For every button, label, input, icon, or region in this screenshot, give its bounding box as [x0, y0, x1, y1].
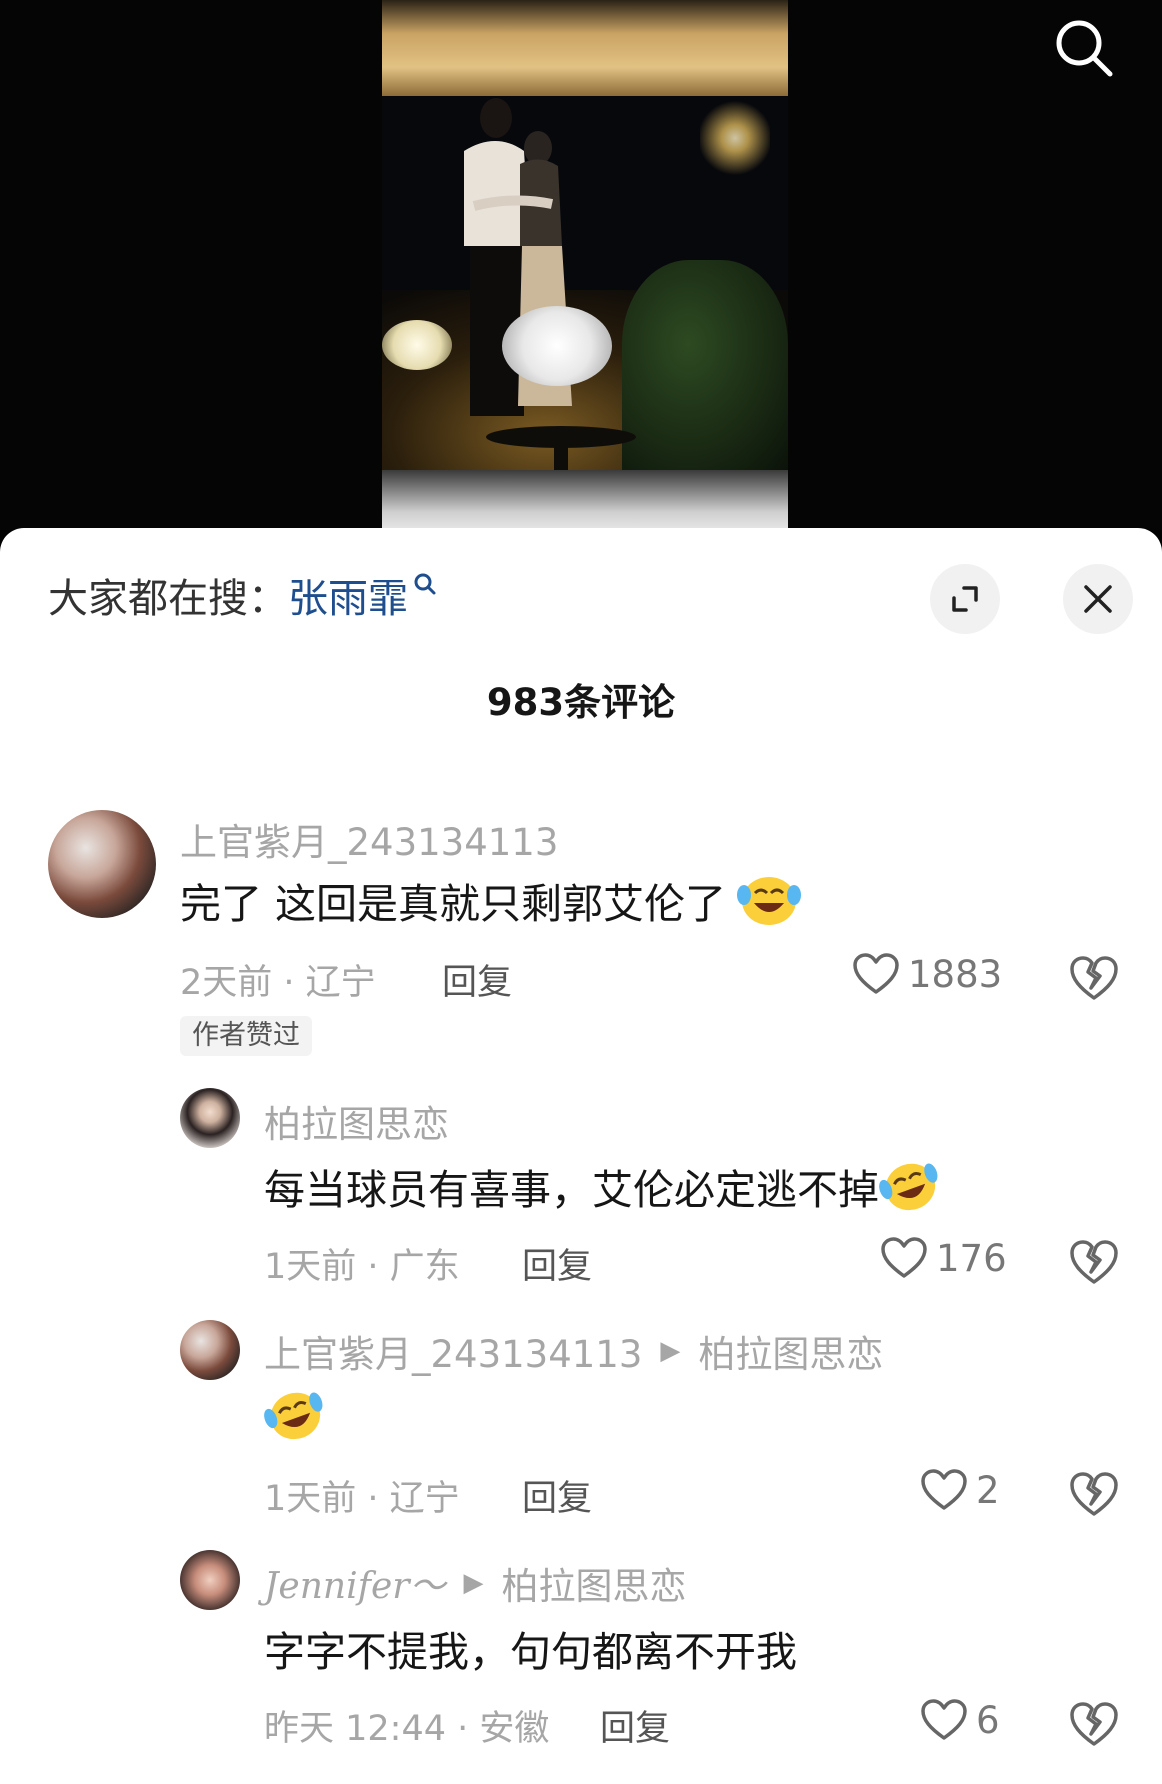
- broken-heart-icon: [1070, 956, 1118, 1000]
- like-button[interactable]: 1883: [852, 952, 1002, 996]
- broken-heart-icon: [1070, 1240, 1118, 1284]
- comment-username[interactable]: 上官紫月_243134113: [180, 812, 558, 866]
- avatar[interactable]: [180, 1088, 240, 1148]
- video-ceiling: [382, 0, 788, 96]
- avatar[interactable]: [180, 1550, 240, 1610]
- heart-icon: [881, 1237, 927, 1278]
- comment-text-content: 完了 这回是真就只剩郭艾伦了: [180, 880, 727, 928]
- search-icon[interactable]: [1052, 16, 1116, 80]
- dislike-button[interactable]: [1068, 1470, 1120, 1522]
- video-firework: [700, 98, 770, 178]
- like-button[interactable]: 176: [880, 1236, 1007, 1280]
- video-frame: [382, 0, 788, 530]
- comment-text: 每当球员有喜事，艾伦必定逃不掉: [264, 1156, 941, 1216]
- like-count: 1883: [908, 952, 1003, 996]
- comment-meta: 2天前 · 辽宁: [180, 963, 376, 1003]
- video-player[interactable]: [0, 0, 1162, 530]
- comment-text: [264, 1386, 326, 1444]
- like-button[interactable]: 2: [920, 1468, 1000, 1512]
- like-count: 176: [936, 1236, 1007, 1280]
- author-liked-badge: 作者赞过: [180, 1016, 312, 1056]
- dislike-button[interactable]: [1068, 1238, 1120, 1290]
- hot-search-term[interactable]: 张雨霏: [288, 566, 408, 624]
- mini-search-icon: [414, 573, 436, 595]
- reply-button[interactable]: 回复: [522, 1470, 592, 1521]
- laughing-crying-emoji-icon: [264, 1392, 323, 1440]
- comment-meta: 昨天 12:44 · 安徽: [264, 1709, 550, 1749]
- video-plant: [622, 260, 788, 470]
- comment-username-row: 上官紫月_243134113 ▶ 柏拉图思恋: [264, 1324, 883, 1378]
- like-button[interactable]: 6: [920, 1698, 1000, 1742]
- broken-heart-icon: [1070, 1702, 1118, 1746]
- laughing-crying-emoji-icon: [737, 877, 802, 925]
- comment-username[interactable]: 柏拉图思恋: [264, 1094, 449, 1148]
- comment-sheet: 大家都在搜： 张雨霏 983条评论 上官紫月_243134113 完了 这回是真…: [0, 528, 1162, 1784]
- avatar[interactable]: [48, 810, 156, 918]
- hot-search-bar[interactable]: 大家都在搜： 张雨霏: [48, 570, 438, 622]
- heart-icon: [921, 1699, 967, 1740]
- reply-button[interactable]: 回复: [600, 1700, 670, 1751]
- comment-text: 完了 这回是真就只剩郭艾伦了: [180, 870, 802, 930]
- comment-text: 字字不提我，句句都离不开我: [264, 1618, 797, 1678]
- laughing-crying-emoji-icon: [879, 1163, 938, 1211]
- close-button[interactable]: [1063, 564, 1133, 634]
- reply-button[interactable]: 回复: [442, 954, 512, 1005]
- comment-meta: 1天前 · 辽宁: [264, 1479, 460, 1519]
- dislike-button[interactable]: [1068, 1700, 1120, 1752]
- video-flowers-center: [502, 306, 612, 386]
- comment-username[interactable]: Jennifer～: [264, 1557, 445, 1609]
- reply-to-username[interactable]: 柏拉图思恋: [501, 1556, 686, 1610]
- heart-icon: [853, 953, 899, 994]
- comment-text-content: 字字不提我，句句都离不开我: [264, 1628, 797, 1676]
- reply-arrow-icon: ▶: [463, 1568, 484, 1598]
- like-count: 2: [976, 1468, 1000, 1512]
- dislike-button[interactable]: [1068, 954, 1120, 1006]
- video-flowers-left: [382, 320, 452, 370]
- expand-icon: [952, 586, 978, 612]
- avatar[interactable]: [180, 1320, 240, 1380]
- broken-heart-icon: [1070, 1472, 1118, 1516]
- reply-to-username[interactable]: 柏拉图思恋: [698, 1324, 883, 1378]
- comment-count: 983条评论: [486, 681, 676, 724]
- comment-username-row: Jennifer～ ▶ 柏拉图思恋: [264, 1556, 686, 1610]
- comment-text-content: 每当球员有喜事，艾伦必定逃不掉: [264, 1166, 879, 1214]
- comment-meta: 1天前 · 广东: [264, 1247, 460, 1287]
- expand-button[interactable]: [930, 564, 1000, 634]
- reply-button[interactable]: 回复: [522, 1238, 592, 1289]
- comment-username[interactable]: 上官紫月_243134113: [264, 1324, 642, 1378]
- close-icon: [1084, 585, 1112, 613]
- video-floor: [382, 470, 788, 530]
- heart-icon: [921, 1469, 967, 1510]
- like-count: 6: [976, 1698, 1000, 1742]
- reply-arrow-icon: ▶: [660, 1336, 681, 1366]
- hot-search-label: 大家都在搜：: [48, 576, 288, 622]
